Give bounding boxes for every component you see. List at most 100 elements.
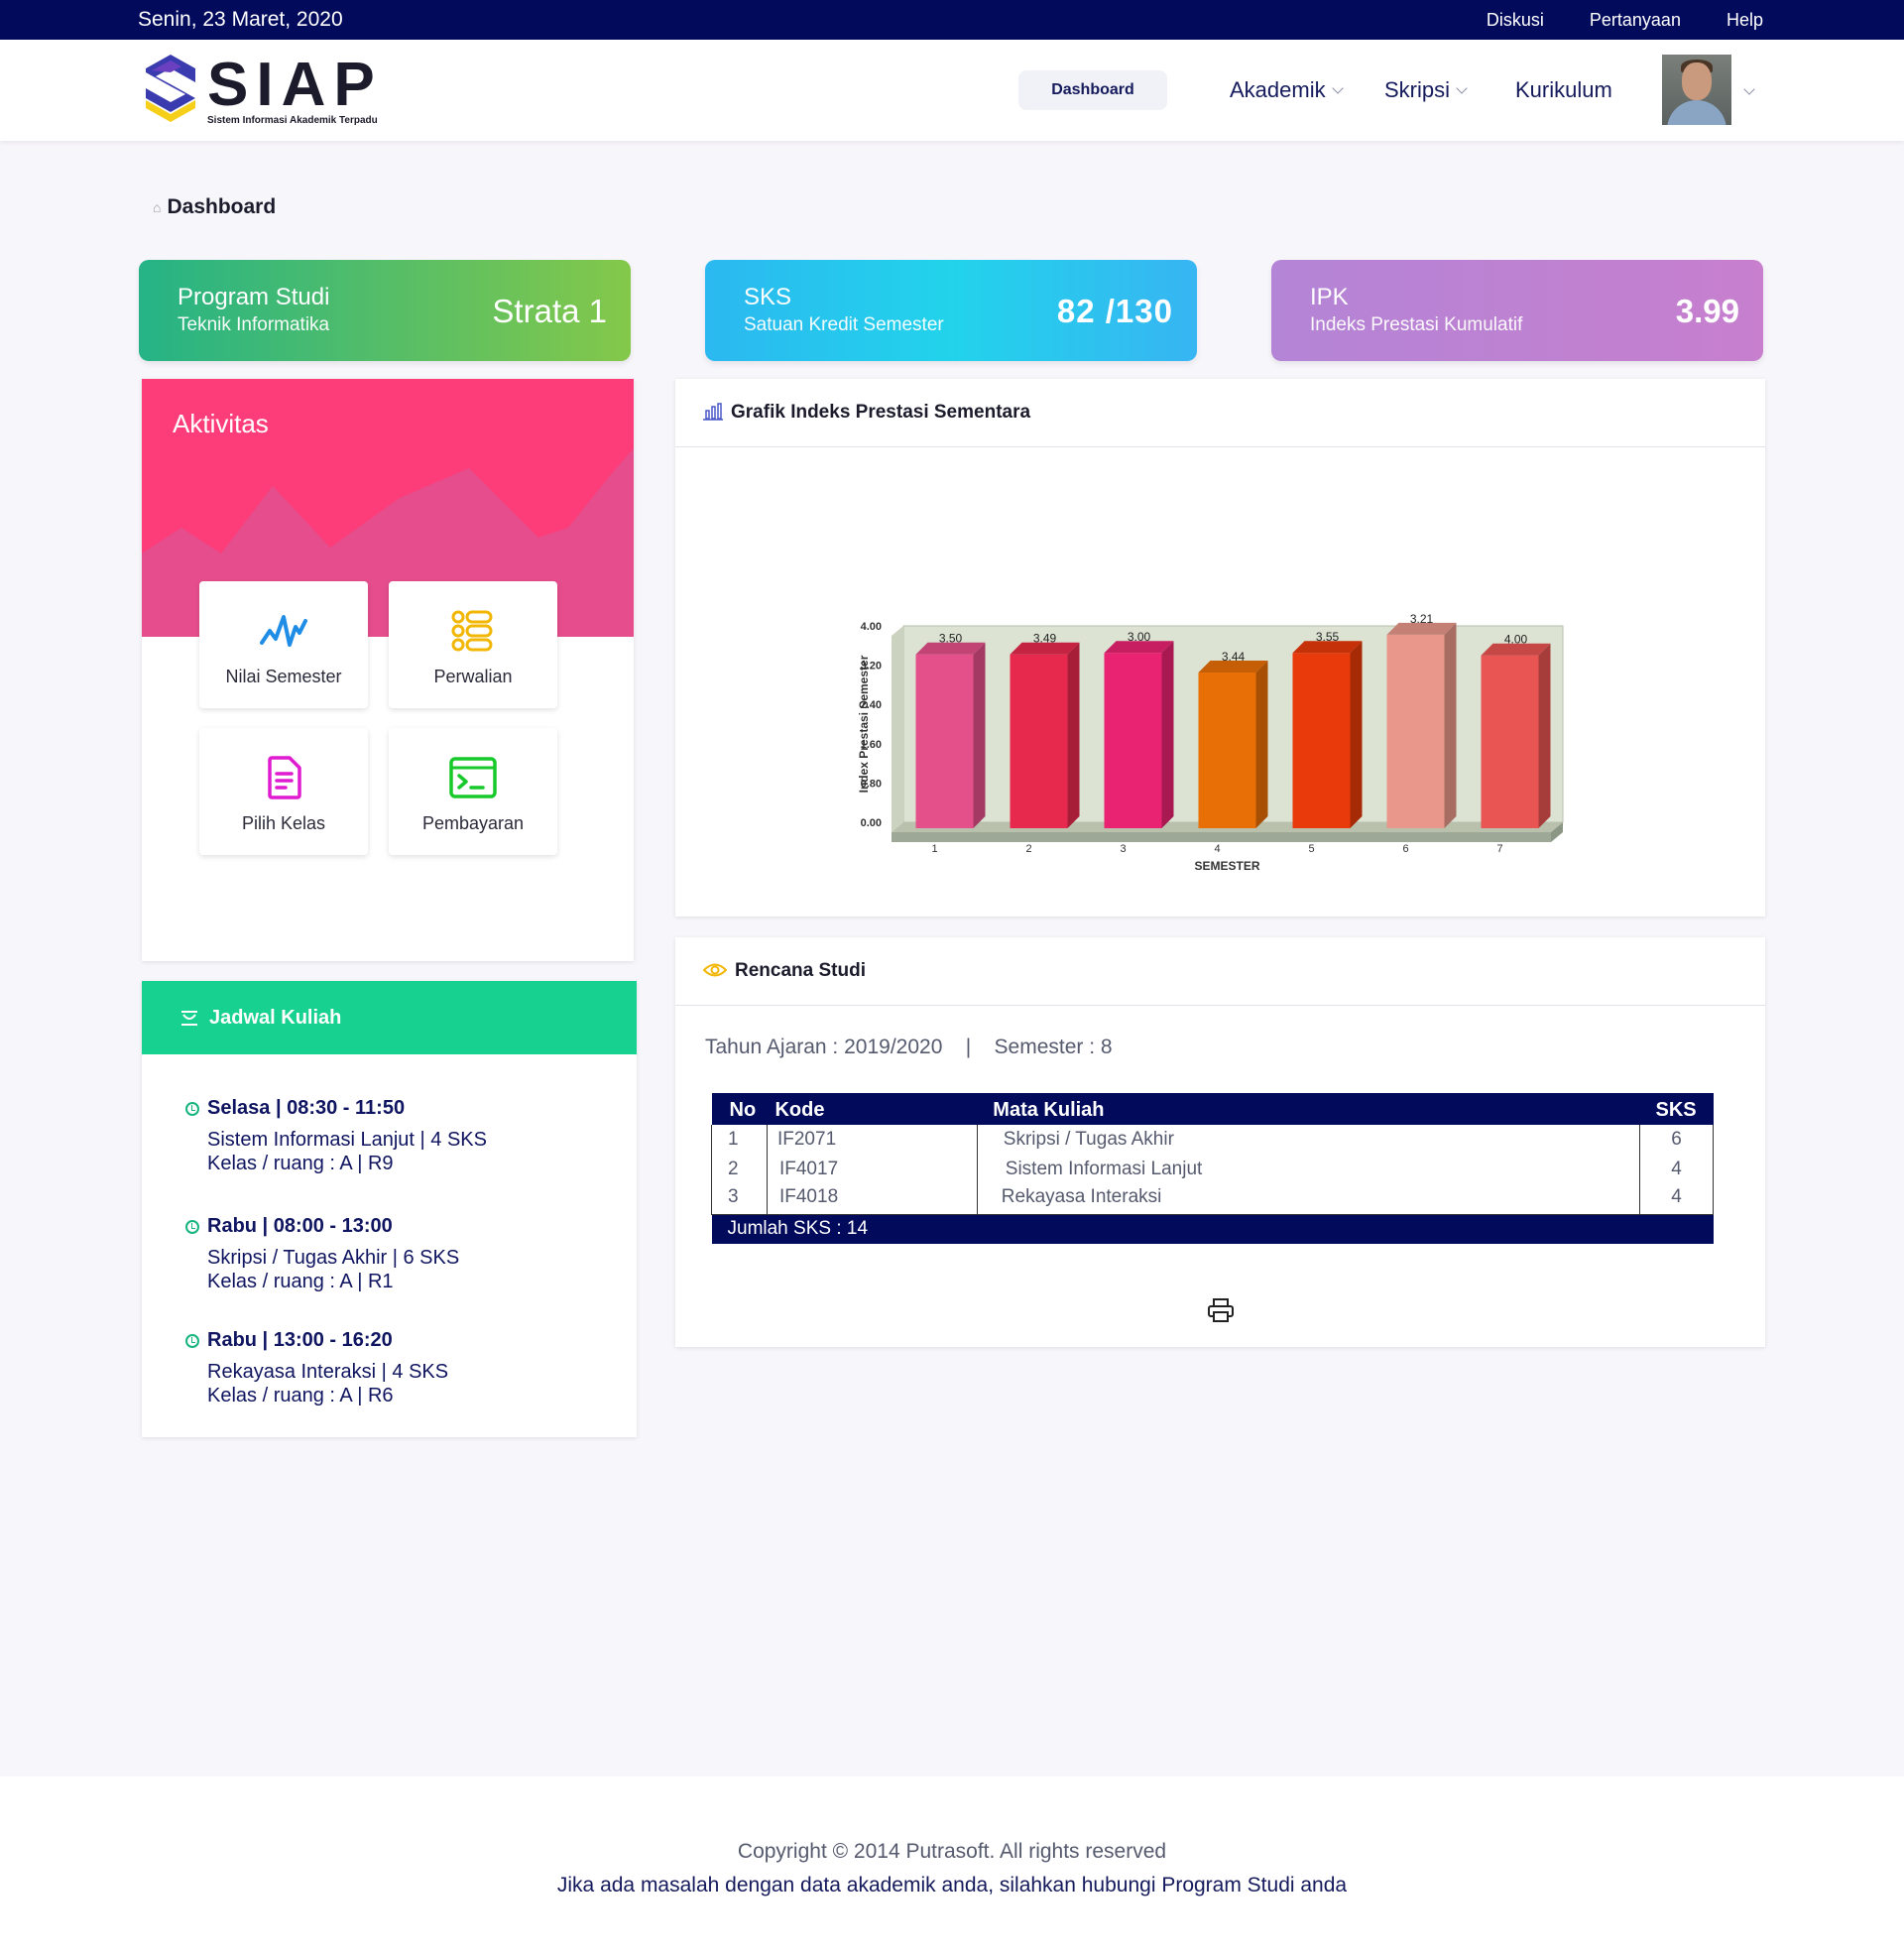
bar-data-label: 3.49 (1033, 632, 1057, 646)
cell-sks: 6 (1639, 1125, 1715, 1155)
cell-mata-kuliah: Rekayasa Interaksi (977, 1184, 1640, 1215)
col-kode: Kode (767, 1093, 978, 1125)
tile-label: Perwalian (433, 667, 513, 686)
tile-perwalian[interactable]: Perwalian (389, 581, 557, 708)
y-tick-label: 0.00 (861, 817, 882, 829)
chart-side-wall (892, 626, 903, 832)
bar-data-label: 4.00 (1504, 633, 1528, 647)
tile-label: Pilih Kelas (241, 813, 326, 833)
rencana-title: Rencana Studi (735, 960, 866, 981)
logo[interactable]: SIAP Sistem Informasi Akademik Terpadu (142, 50, 380, 129)
activity-chart-icon (199, 609, 368, 653)
x-tick-label: 6 (1402, 843, 1408, 855)
chevron-down-icon (1331, 82, 1344, 94)
avatar-face (1682, 62, 1712, 100)
avatar[interactable] (1662, 55, 1731, 125)
bar-side (1444, 622, 1457, 828)
tile-pembayaran[interactable]: Pembayaran (389, 728, 557, 855)
logo-word: SIAP (207, 51, 383, 119)
x-tick-label: 5 (1308, 843, 1314, 855)
logo-tagline: Sistem Informasi Akademik Terpadu (207, 115, 378, 126)
nav-skripsi[interactable]: Skripsi (1384, 77, 1468, 103)
link-help[interactable]: Help (1726, 10, 1763, 31)
bar-data-label: 3.21 (1410, 612, 1434, 626)
nav-dashboard[interactable]: Dashboard (1018, 70, 1167, 110)
bar-side (1538, 643, 1551, 828)
header: SIAP Sistem Informasi Akademik Terpadu D… (0, 40, 1904, 141)
table-header-row: No Kode Mata Kuliah SKS (711, 1093, 1714, 1125)
bar-side (1255, 661, 1268, 828)
bar-side (1350, 641, 1363, 828)
top-bar: Senin, 23 Maret, 2020 Diskusi Pertanyaan… (0, 0, 1904, 40)
bar (1010, 654, 1068, 828)
cell-no: 1 (711, 1125, 768, 1155)
nav-kurikulum-label: Kurikulum (1515, 77, 1612, 102)
grafik-title: Grafik Indeks Prestasi Sementara (731, 402, 1031, 423)
link-pertanyaan[interactable]: Pertanyaan (1590, 10, 1681, 31)
current-date: Senin, 23 Maret, 2020 (138, 8, 343, 31)
rencana-info: Tahun Ajaran : 2019/2020 | Semester : 8 (705, 1036, 1113, 1059)
cell-kode: IF2071 (767, 1125, 978, 1155)
bar (1198, 673, 1256, 828)
terminal-icon (389, 756, 557, 799)
table-row: 1 IF2071 Skripsi / Tugas Akhir 6 (711, 1125, 1715, 1155)
tile-nilai-semester[interactable]: Nilai Semester (199, 581, 368, 708)
jadwal-title: Jadwal Kuliah (209, 1007, 342, 1029)
schedule-room: Kelas / ruang : A | R6 (207, 1385, 394, 1407)
x-tick-label: 3 (1120, 843, 1126, 855)
x-tick-label: 2 (1025, 843, 1031, 855)
ipk-card: IPK Indeks Prestasi Kumulatif 3.99 (1271, 260, 1763, 361)
table-row: 2 IF4017 Sistem Informasi Lanjut 4 (711, 1155, 1715, 1184)
user-menu-chevron-icon[interactable] (1743, 83, 1755, 95)
cell-no: 2 (711, 1155, 768, 1184)
link-diskusi[interactable]: Diskusi (1487, 10, 1544, 31)
aktivitas-title: Aktivitas (173, 409, 269, 438)
program-studi-name: Teknik Informatika (178, 314, 330, 335)
cell-kode: IF4018 (767, 1184, 978, 1215)
schedule-time: Rabu | 13:00 - 16:20 (207, 1329, 393, 1351)
bar-data-label: 3.00 (1128, 630, 1151, 644)
schedule-room: Kelas / ruang : A | R1 (207, 1271, 394, 1292)
sks-value: 82 /130 (1056, 293, 1173, 329)
breadcrumb-label: Dashboard (167, 195, 277, 218)
sks-subtitle: Satuan Kredit Semester (744, 314, 944, 335)
home-icon[interactable]: ⌂ (153, 199, 161, 215)
tahun-ajaran: Tahun Ajaran : 2019/2020 (705, 1036, 943, 1058)
x-tick-label: 1 (931, 843, 937, 855)
print-icon[interactable] (1207, 1297, 1235, 1323)
chart-floor-front (892, 832, 1551, 842)
nav-skripsi-label: Skripsi (1384, 77, 1451, 102)
info-separator: | (965, 1036, 972, 1058)
tile-label: Pembayaran (421, 813, 525, 833)
table-row: 3 IF4018 Rekayasa Interaksi 4 (711, 1184, 1715, 1215)
jadwal-kuliah-card: Jadwal Kuliah Selasa | 08:30 - 11:50 Sis… (142, 981, 637, 1437)
ipk-value: 3.99 (1675, 293, 1739, 329)
bar-data-label: 3.50 (939, 632, 963, 646)
bar (1292, 653, 1351, 828)
schedule-item[interactable]: Rabu | 08:00 - 13:00 Skripsi / Tugas Akh… (185, 1215, 459, 1293)
nav-kurikulum[interactable]: Kurikulum (1515, 77, 1612, 103)
list-icon (389, 609, 557, 653)
cell-sks: 4 (1639, 1184, 1715, 1215)
schedule-item[interactable]: Rabu | 13:00 - 16:20 Rekayasa Interaksi … (185, 1329, 448, 1407)
col-sks: SKS (1639, 1093, 1714, 1125)
nav-akademik-label: Akademik (1230, 77, 1326, 102)
bar-data-label: 3.55 (1316, 630, 1340, 644)
tile-label: Nilai Semester (225, 667, 342, 686)
schedule-course: Skripsi / Tugas Akhir | 6 SKS (207, 1247, 460, 1269)
nav-akademik[interactable]: Akademik (1230, 77, 1344, 103)
sks-title: SKS (744, 284, 792, 310)
footer: Copyright © 2014 Putrasoft. All rights r… (0, 1776, 1904, 1957)
tile-pilih-kelas[interactable]: Pilih Kelas (199, 728, 368, 855)
schedule-course: Rekayasa Interaksi | 4 SKS (207, 1361, 449, 1383)
y-tick-label: 4.00 (861, 621, 882, 633)
schedule-item[interactable]: Selasa | 08:30 - 11:50 Sistem Informasi … (185, 1097, 487, 1175)
table-total-row: Jumlah SKS : 14 (711, 1214, 1714, 1244)
grafik-ip-card: Grafik Indeks Prestasi Sementara 0.00 0.8… (675, 379, 1765, 917)
bar (1386, 634, 1445, 828)
ipk-title: IPK (1310, 284, 1349, 310)
schedule-icon (181, 1011, 197, 1026)
cell-mata-kuliah: Skripsi / Tugas Akhir (977, 1125, 1640, 1155)
program-studi-level: Strata 1 (492, 293, 607, 329)
eye-icon (703, 963, 727, 977)
